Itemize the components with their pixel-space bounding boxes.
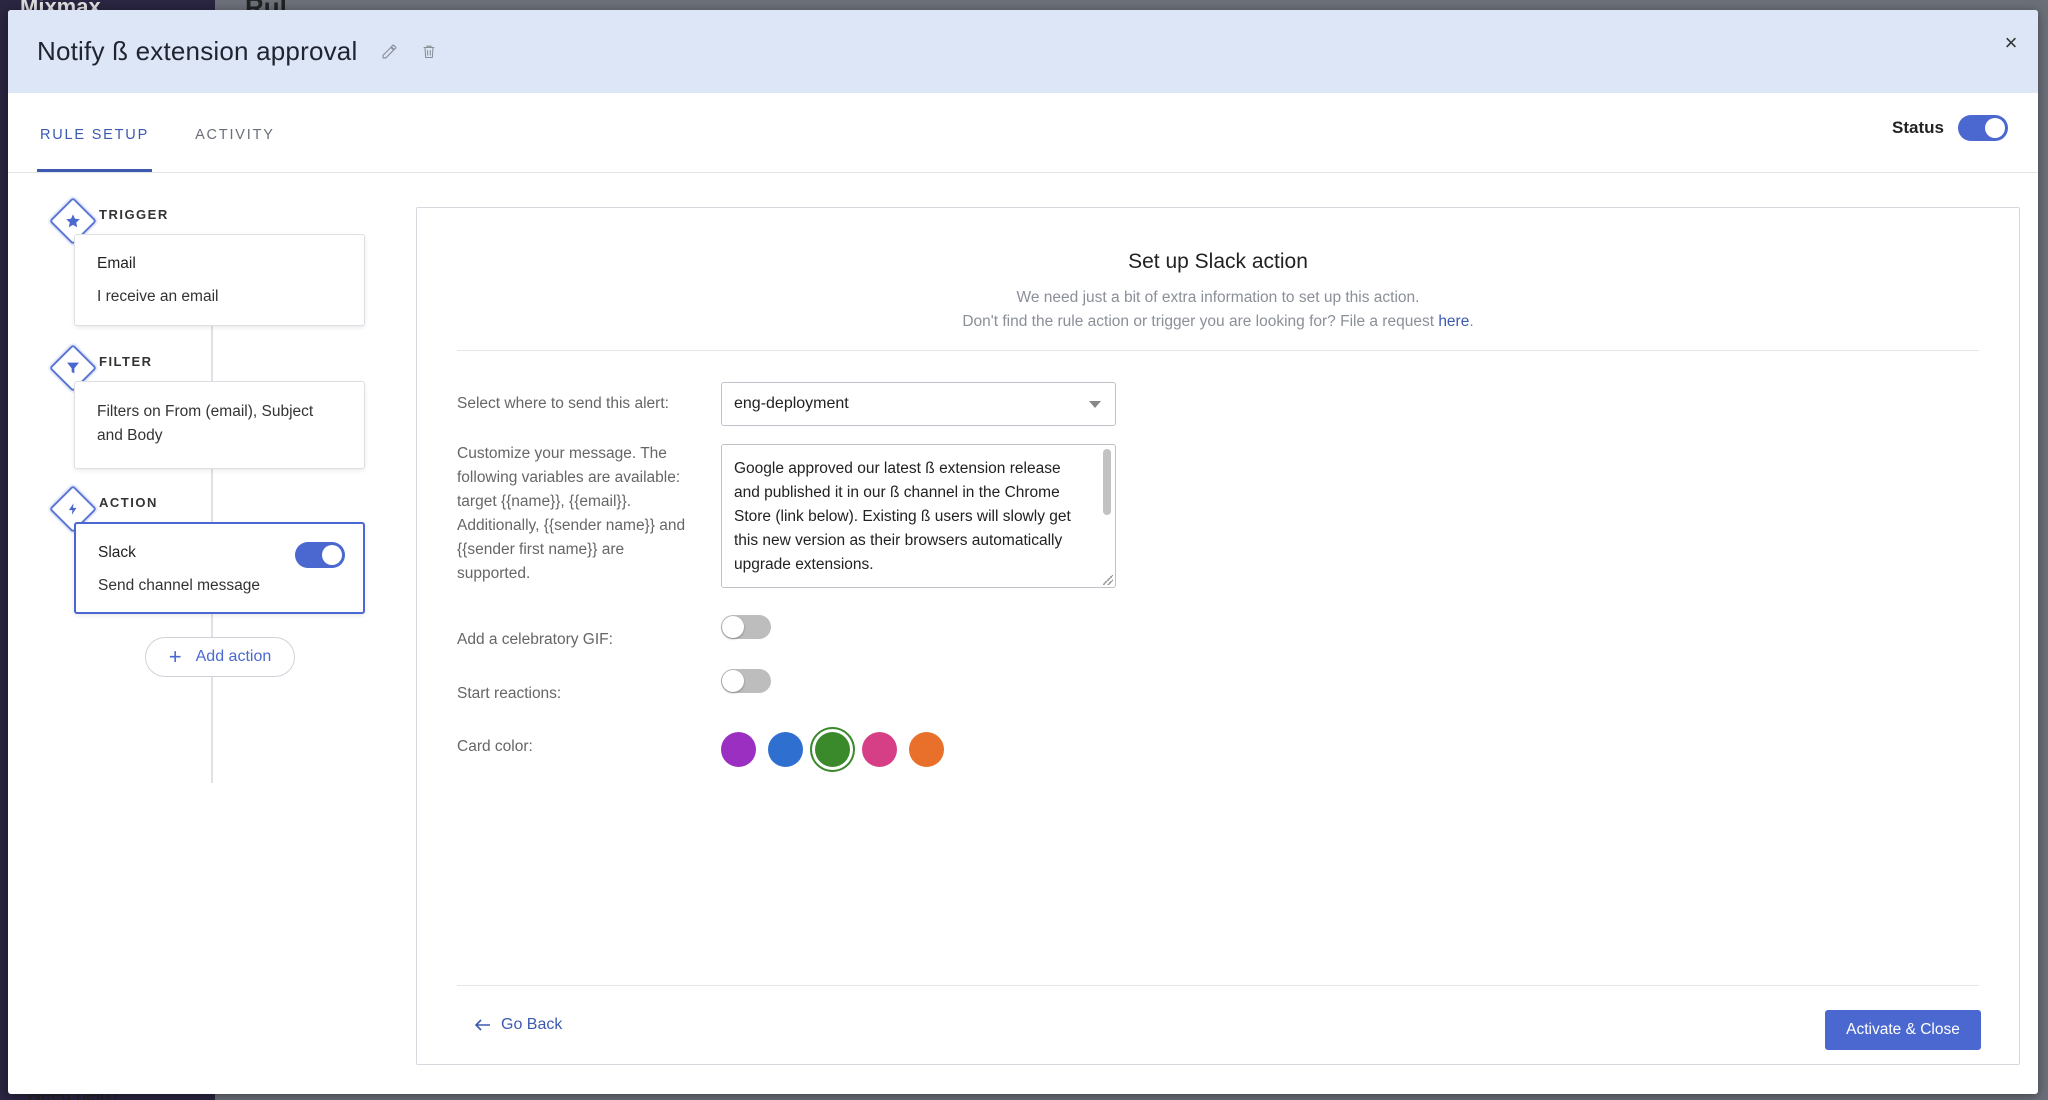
color-swatch-green[interactable] bbox=[815, 732, 850, 767]
panel-subtitle-end: . bbox=[1469, 313, 1474, 330]
gif-toggle[interactable] bbox=[721, 615, 771, 639]
message-text: Google approved our latest ß extension r… bbox=[734, 460, 1071, 573]
filter-card[interactable]: Filters on From (email), Subject and Bod… bbox=[74, 381, 365, 469]
channel-select-value: eng-deployment bbox=[734, 395, 849, 412]
resize-handle-icon[interactable] bbox=[1103, 575, 1113, 585]
slack-setup-panel: Set up Slack action We need just a bit o… bbox=[416, 207, 2020, 1065]
modal-header: Notify ß extension approval × bbox=[8, 10, 2038, 93]
trigger-label: TRIGGER bbox=[99, 207, 169, 222]
color-swatch-blue[interactable] bbox=[768, 732, 803, 767]
filter-card-subtitle: Filters on From (email), Subject and Bod… bbox=[97, 403, 314, 444]
add-action-button[interactable]: + Add action bbox=[145, 637, 295, 677]
plus-icon: + bbox=[168, 644, 182, 669]
channel-select[interactable]: eng-deployment bbox=[721, 382, 1116, 426]
panel-divider-top bbox=[457, 350, 1979, 351]
message-label: Customize your message. The following va… bbox=[457, 445, 686, 582]
panel-divider-bottom bbox=[457, 985, 1979, 986]
go-back-label: Go Back bbox=[501, 1016, 563, 1033]
panel-subtitle-line2: Don't find the rule action or trigger yo… bbox=[417, 310, 2019, 334]
filter-icon bbox=[67, 362, 79, 374]
rule-modal: Notify ß extension approval × RULE SETUP… bbox=[8, 10, 2038, 1094]
action-enabled-toggle[interactable] bbox=[295, 542, 345, 568]
color-swatch-orange[interactable] bbox=[909, 732, 944, 767]
arrow-left-icon bbox=[475, 1019, 490, 1031]
chevron-down-icon bbox=[1089, 401, 1101, 408]
go-back-button[interactable]: Go Back bbox=[475, 1016, 562, 1034]
action-card[interactable]: Slack Send channel message bbox=[74, 522, 365, 614]
trigger-card-title: Email bbox=[97, 255, 136, 272]
star-icon bbox=[66, 214, 80, 228]
message-textarea[interactable]: Google approved our latest ß extension r… bbox=[721, 444, 1116, 588]
status-toggle[interactable] bbox=[1958, 115, 2008, 141]
bolt-icon bbox=[68, 503, 77, 515]
tabs-row: RULE SETUP ACTIVITY Status bbox=[8, 93, 2038, 173]
reactions-toggle[interactable] bbox=[721, 669, 771, 693]
activate-close-button[interactable]: Activate & Close bbox=[1825, 1010, 1981, 1050]
panel-subtitle-line1: We need just a bit of extra information … bbox=[1016, 289, 1420, 306]
color-swatch-pink[interactable] bbox=[862, 732, 897, 767]
rule-flow: TRIGGER Email I receive an email FILTER … bbox=[8, 173, 408, 1073]
filter-label: FILTER bbox=[99, 354, 153, 369]
card-color-picker bbox=[721, 732, 944, 767]
panel-subtitle-text: Don't find the rule action or trigger yo… bbox=[962, 313, 1439, 330]
gif-label: Add a celebratory GIF: bbox=[457, 631, 613, 648]
color-swatch-purple[interactable] bbox=[721, 732, 756, 767]
file-request-link[interactable]: here bbox=[1438, 313, 1469, 330]
send-alert-label: Select where to send this alert: bbox=[457, 395, 669, 412]
panel-subtitle: We need just a bit of extra information … bbox=[417, 286, 2019, 334]
rule-title: Notify ß extension approval bbox=[37, 36, 358, 66]
status-label: Status bbox=[1892, 118, 1944, 137]
trigger-card-subtitle: I receive an email bbox=[97, 288, 219, 305]
status-control: Status bbox=[1892, 115, 2008, 141]
trash-icon[interactable] bbox=[419, 42, 439, 62]
textarea-scrollbar[interactable] bbox=[1103, 449, 1111, 515]
action-card-subtitle: Send channel message bbox=[98, 577, 261, 594]
card-color-label: Card color: bbox=[457, 738, 533, 755]
edit-pencil-icon[interactable] bbox=[379, 42, 399, 62]
panel-title: Set up Slack action bbox=[1128, 250, 1308, 273]
add-action-label: Add action bbox=[195, 648, 272, 665]
close-modal-button[interactable]: × bbox=[1998, 30, 2024, 56]
tab-rule-setup[interactable]: RULE SETUP bbox=[37, 127, 153, 172]
reactions-label: Start reactions: bbox=[457, 685, 562, 702]
tab-activity[interactable]: ACTIVITY bbox=[192, 127, 278, 172]
action-label: ACTION bbox=[99, 495, 158, 510]
trigger-card[interactable]: Email I receive an email bbox=[74, 234, 365, 326]
